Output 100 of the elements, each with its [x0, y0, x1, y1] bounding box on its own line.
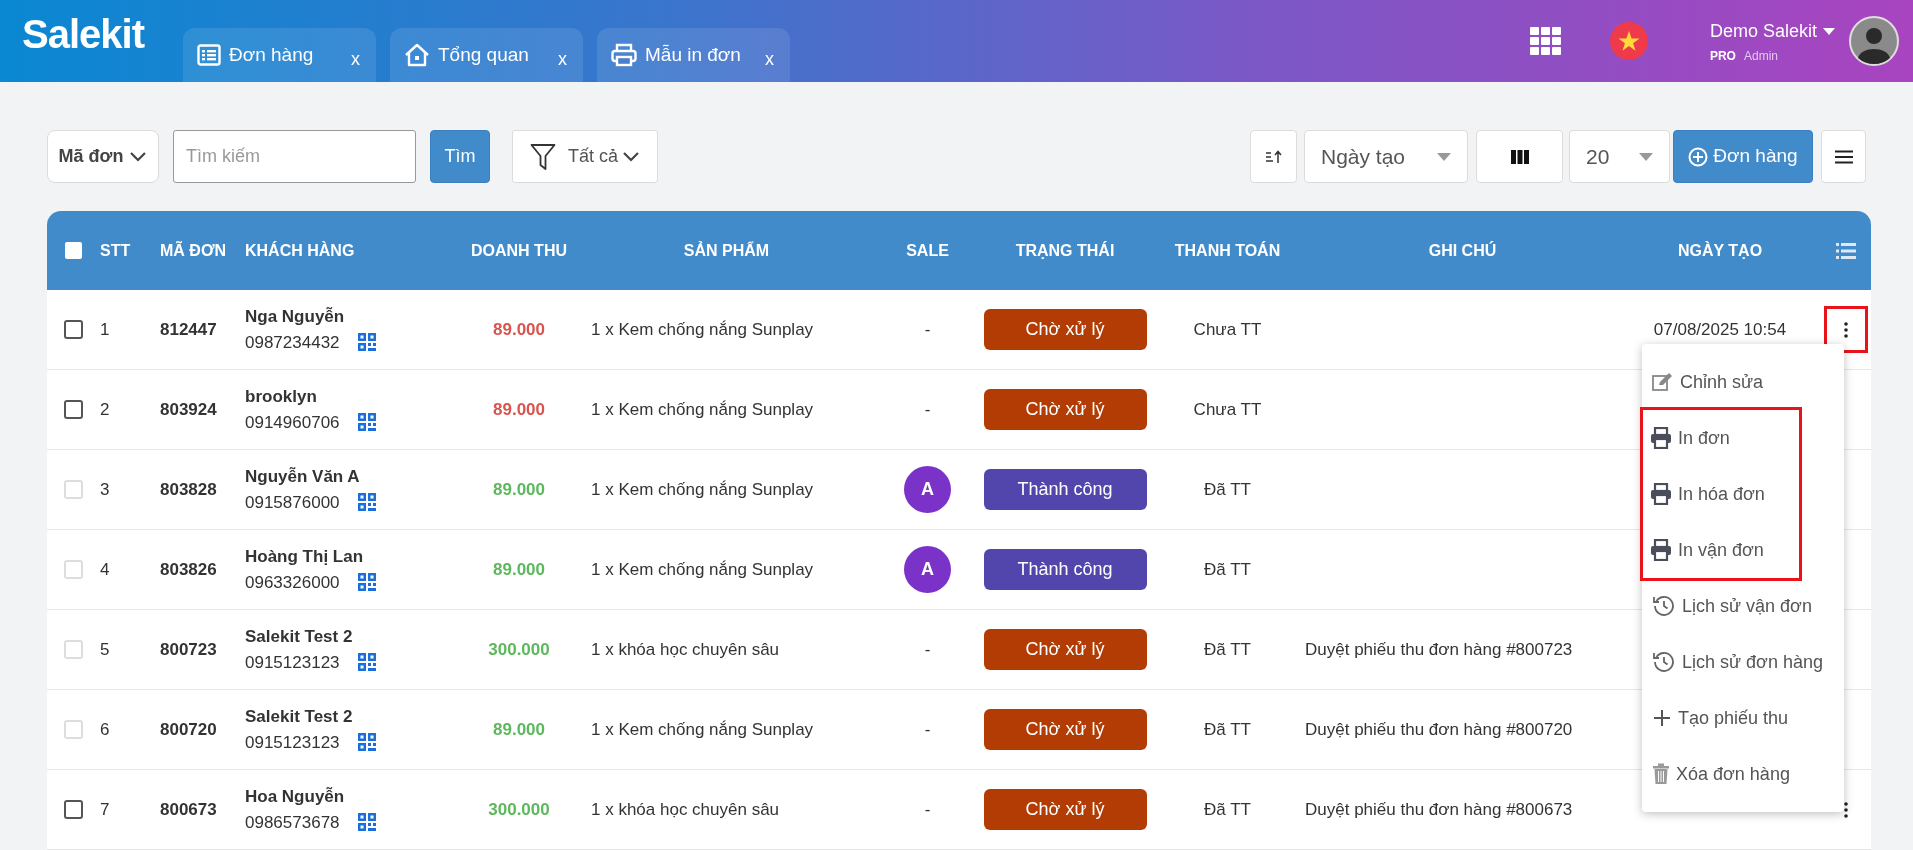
- table-cell-text: 803826: [160, 558, 218, 581]
- table-cell-text: 803828: [160, 478, 218, 501]
- table-cell-text: 1 x Kem chống nắng Sunplay: [590, 558, 815, 581]
- phone-number: 0914960706: [245, 411, 340, 434]
- avatar-icon[interactable]: [1849, 16, 1899, 66]
- tab-label: Mẫu in đơn: [645, 42, 741, 67]
- add-order-button[interactable]: Đơn hàng: [1673, 130, 1813, 183]
- search-button[interactable]: Tìm: [430, 130, 490, 183]
- printer-icon: [611, 43, 637, 67]
- kebab-icon: [1843, 801, 1848, 818]
- printer-icon: [1650, 483, 1672, 505]
- table-cell-text: 812447: [160, 318, 218, 341]
- qr-code-icon[interactable]: [357, 653, 376, 672]
- table-cell-text: 1 x Kem chống nắng Sunplay: [590, 398, 815, 421]
- status-badge: Chờ xử lý: [983, 309, 1147, 350]
- column-header[interactable]: STT: [100, 238, 131, 263]
- column-header[interactable]: SALE: [906, 238, 949, 263]
- table-cell-text: 1 x Kem chống nắng Sunplay: [590, 718, 815, 741]
- page-size-dropdown[interactable]: 20: [1569, 130, 1670, 183]
- sort-button[interactable]: [1250, 130, 1297, 183]
- revenue-amount: 89.000: [493, 398, 545, 421]
- kebab-icon: [1843, 321, 1848, 338]
- status-badge: Thành công: [983, 469, 1147, 510]
- menu-item[interactable]: In vận đơn: [1643, 522, 1799, 578]
- role-label: Admin: [1743, 47, 1778, 65]
- menu-item[interactable]: Tạo phiếu thu: [1642, 690, 1844, 746]
- qr-code-icon[interactable]: [357, 573, 376, 592]
- close-tab-button[interactable]: x: [765, 45, 774, 73]
- revenue-amount: 89.000: [493, 478, 545, 501]
- menu-item[interactable]: Chỉnh sửa: [1642, 354, 1844, 410]
- close-tab-button[interactable]: x: [351, 45, 360, 73]
- caret-down-icon[interactable]: [1823, 27, 1835, 35]
- menu-item[interactable]: In đơn: [1643, 410, 1799, 466]
- revenue-amount: 89.000: [493, 558, 545, 581]
- row-checkbox[interactable]: [64, 800, 83, 819]
- sort-dropdown[interactable]: Ngày tạo: [1304, 130, 1468, 183]
- chevron-down-icon: [129, 150, 148, 163]
- select-all-checkbox[interactable]: [65, 242, 82, 259]
- column-header[interactable]: NGÀY TẠO: [1677, 238, 1763, 263]
- menu-item[interactable]: In hóa đơn: [1643, 466, 1799, 522]
- qr-code-icon[interactable]: [357, 813, 376, 832]
- tab[interactable]: Mẫu in đơn x: [597, 28, 790, 82]
- table-cell-text: 07/08/2025 10:54: [1653, 318, 1787, 341]
- column-header[interactable]: TRẠNG THÁI: [1015, 238, 1115, 263]
- qr-code-icon[interactable]: [357, 333, 376, 352]
- table-cell-text: 5: [100, 638, 111, 661]
- status-badge: Chờ xử lý: [983, 629, 1147, 670]
- customer-name: Nguyễn Văn A: [245, 466, 361, 488]
- sale-avatar: A: [904, 546, 951, 593]
- row-checkbox[interactable]: [64, 320, 83, 339]
- history-icon: [1652, 650, 1676, 674]
- column-header[interactable]: SẢN PHẨM: [683, 238, 770, 263]
- table-cell-text: 800723: [160, 638, 218, 661]
- table-cell-text: 1 x khóa học chuyên sâu: [590, 798, 781, 821]
- table-cell: Duyệt phiếu thu đơn hàng #800673: [1305, 799, 1573, 819]
- table-cell-text: 800720: [160, 718, 218, 741]
- logo[interactable]: Salekit: [22, 14, 144, 54]
- vietnam-flag-icon[interactable]: [1609, 22, 1648, 60]
- phone-number: 0915876000: [245, 491, 340, 514]
- column-list-icon[interactable]: [1835, 242, 1856, 259]
- close-tab-button[interactable]: x: [558, 45, 567, 73]
- dropdown-value: Ngày tạo: [1321, 143, 1406, 170]
- table-cell-text: Chưa TT: [1193, 318, 1262, 341]
- column-header[interactable]: THANH TOÁN: [1174, 238, 1281, 263]
- column-header[interactable]: KHÁCH HÀNG: [245, 238, 355, 263]
- phone-number: 0915123123: [245, 731, 340, 754]
- row-checkbox[interactable]: [64, 400, 83, 419]
- search-field[interactable]: Tìm kiếm: [173, 130, 416, 183]
- qr-code-icon[interactable]: [357, 733, 376, 752]
- search-by-dropdown[interactable]: Mã đơn: [47, 130, 159, 183]
- table-cell-text: Đã TT: [1204, 638, 1251, 661]
- columns-button[interactable]: [1476, 130, 1563, 183]
- customer-name: Hoàng Thị Lan: [245, 546, 365, 568]
- user-name[interactable]: Demo Salekit: [1709, 17, 1817, 45]
- table-cell-text: 6: [100, 718, 111, 741]
- customer-name: Salekit Test 2: [245, 626, 354, 648]
- table-cell-text: Đã TT: [1204, 558, 1251, 581]
- column-header[interactable]: MÃ ĐƠN: [160, 238, 227, 263]
- column-header[interactable]: GHI CHÚ: [1428, 238, 1497, 263]
- qr-code-icon[interactable]: [357, 493, 376, 512]
- columns-icon: [1510, 149, 1529, 164]
- tab[interactable]: Đơn hàng x: [183, 28, 376, 82]
- table-cell-text: 1 x Kem chống nắng Sunplay: [590, 318, 815, 341]
- phone-number: 0987234432: [245, 331, 340, 354]
- table-cell-text: 800673: [160, 798, 218, 821]
- filter-dropdown[interactable]: Tất cả: [512, 130, 658, 183]
- menu-item[interactable]: Lịch sử đơn hàng: [1642, 634, 1844, 690]
- plan-label: PRO: [1709, 47, 1736, 65]
- customer-name: Nga Nguyễn: [245, 306, 346, 328]
- column-header[interactable]: DOANH THU: [471, 238, 567, 263]
- menu-item[interactable]: Xóa đơn hàng: [1642, 746, 1844, 802]
- menu-button[interactable]: [1821, 130, 1866, 183]
- revenue-amount: 300.000: [488, 638, 550, 661]
- apps-grid-icon[interactable]: [1529, 27, 1562, 55]
- tab[interactable]: Tổng quan x: [390, 28, 583, 82]
- table-cell-text: -: [924, 318, 931, 341]
- caret-down-icon: [1639, 152, 1653, 161]
- revenue-amount: 89.000: [493, 718, 545, 741]
- qr-code-icon[interactable]: [357, 413, 376, 432]
- menu-item[interactable]: Lịch sử vận đơn: [1642, 578, 1844, 634]
